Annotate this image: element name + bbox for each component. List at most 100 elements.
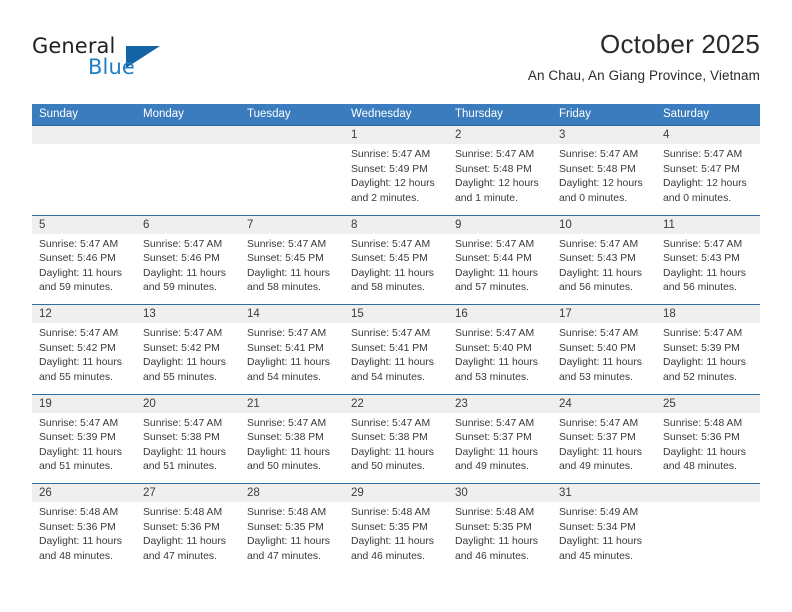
day-cell[interactable]: 18 Sunrise: 5:47 AM Sunset: 5:39 PM Dayl… (656, 305, 760, 394)
day-number (136, 126, 240, 144)
sunset-line: Sunset: 5:39 PM (39, 432, 116, 444)
daylight-line-2: and 0 minutes. (559, 192, 628, 204)
day-details: Sunrise: 5:47 AM Sunset: 5:43 PM Dayligh… (552, 234, 656, 296)
day-cell[interactable]: 7 Sunrise: 5:47 AM Sunset: 5:45 PM Dayli… (240, 215, 344, 304)
sunset-line: Sunset: 5:35 PM (455, 521, 532, 533)
day-cell[interactable]: 19 Sunrise: 5:47 AM Sunset: 5:39 PM Dayl… (32, 394, 136, 483)
day-cell[interactable]: 10 Sunrise: 5:47 AM Sunset: 5:43 PM Dayl… (552, 215, 656, 304)
day-details: Sunrise: 5:47 AM Sunset: 5:38 PM Dayligh… (344, 413, 448, 475)
day-cell[interactable]: 17 Sunrise: 5:47 AM Sunset: 5:40 PM Dayl… (552, 305, 656, 394)
day-cell[interactable]: 26 Sunrise: 5:48 AM Sunset: 5:36 PM Dayl… (32, 484, 136, 573)
day-cell[interactable]: 15 Sunrise: 5:47 AM Sunset: 5:41 PM Dayl… (344, 305, 448, 394)
sunset-line: Sunset: 5:47 PM (663, 163, 740, 175)
day-number: 16 (448, 305, 552, 323)
day-cell[interactable] (136, 126, 240, 215)
sunset-line: Sunset: 5:38 PM (247, 432, 324, 444)
weekday-header-sunday: Sunday (39, 108, 79, 120)
daylight-line-2: and 56 minutes. (663, 282, 737, 294)
day-cell[interactable] (240, 126, 344, 215)
sunset-line: Sunset: 5:45 PM (247, 253, 324, 265)
sunrise-line: Sunrise: 5:47 AM (39, 238, 119, 250)
daylight-line-2: and 54 minutes. (351, 371, 425, 383)
daylight-line-2: and 48 minutes. (663, 461, 737, 473)
day-details (656, 502, 760, 506)
daylight-line-1: Daylight: 11 hours (455, 536, 538, 548)
daylight-line-1: Daylight: 11 hours (143, 357, 226, 369)
day-details: Sunrise: 5:48 AM Sunset: 5:35 PM Dayligh… (240, 502, 344, 564)
sunrise-line: Sunrise: 5:47 AM (559, 328, 639, 339)
sunset-line: Sunset: 5:42 PM (143, 342, 220, 354)
day-details: Sunrise: 5:47 AM Sunset: 5:44 PM Dayligh… (448, 234, 552, 296)
day-cell[interactable]: 16 Sunrise: 5:47 AM Sunset: 5:40 PM Dayl… (448, 305, 552, 394)
daylight-line-2: and 49 minutes. (559, 461, 633, 473)
day-cell[interactable]: 8 Sunrise: 5:47 AM Sunset: 5:45 PM Dayli… (344, 215, 448, 304)
daylight-line-2: and 45 minutes. (559, 550, 633, 562)
generalblue-logo[interactable]: General Blue (32, 34, 182, 90)
daylight-line-1: Daylight: 11 hours (663, 267, 746, 279)
day-cell[interactable]: 6 Sunrise: 5:47 AM Sunset: 5:46 PM Dayli… (136, 215, 240, 304)
day-cell[interactable]: 3 Sunrise: 5:47 AM Sunset: 5:48 PM Dayli… (552, 126, 656, 215)
day-cell[interactable]: 24 Sunrise: 5:47 AM Sunset: 5:37 PM Dayl… (552, 394, 656, 483)
day-number: 25 (656, 394, 760, 413)
day-number: 5 (32, 215, 136, 234)
day-cell[interactable]: 2 Sunrise: 5:47 AM Sunset: 5:48 PM Dayli… (448, 126, 552, 215)
day-cell[interactable]: 28 Sunrise: 5:48 AM Sunset: 5:35 PM Dayl… (240, 484, 344, 573)
day-cell[interactable]: 9 Sunrise: 5:47 AM Sunset: 5:44 PM Dayli… (448, 215, 552, 304)
daylight-line-1: Daylight: 12 hours (663, 178, 747, 190)
day-cell[interactable] (32, 126, 136, 215)
weekday-header-saturday: Saturday (663, 108, 710, 120)
day-cell[interactable]: 22 Sunrise: 5:47 AM Sunset: 5:38 PM Dayl… (344, 394, 448, 483)
day-cell[interactable]: 25 Sunrise: 5:48 AM Sunset: 5:36 PM Dayl… (656, 394, 760, 483)
page-subtitle: An Chau, An Giang Province, Vietnam (527, 68, 760, 83)
sunrise-line: Sunrise: 5:47 AM (559, 417, 639, 429)
day-number: 18 (656, 305, 760, 323)
day-number: 6 (136, 215, 240, 234)
daylight-line-2: and 53 minutes. (559, 371, 633, 383)
sunrise-line: Sunrise: 5:47 AM (663, 149, 743, 160)
day-number (656, 484, 760, 502)
day-details: Sunrise: 5:47 AM Sunset: 5:45 PM Dayligh… (344, 234, 448, 296)
day-number: 28 (240, 484, 344, 502)
daylight-line-1: Daylight: 12 hours (351, 178, 435, 190)
sunset-line: Sunset: 5:48 PM (455, 163, 532, 175)
day-cell[interactable]: 12 Sunrise: 5:47 AM Sunset: 5:42 PM Dayl… (32, 305, 136, 394)
day-cell[interactable]: 29 Sunrise: 5:48 AM Sunset: 5:35 PM Dayl… (344, 484, 448, 573)
day-cell[interactable]: 13 Sunrise: 5:47 AM Sunset: 5:42 PM Dayl… (136, 305, 240, 394)
day-number (32, 126, 136, 144)
sunset-line: Sunset: 5:39 PM (663, 342, 740, 354)
day-cell[interactable]: 31 Sunrise: 5:49 AM Sunset: 5:34 PM Dayl… (552, 484, 656, 573)
day-cell[interactable]: 14 Sunrise: 5:47 AM Sunset: 5:41 PM Dayl… (240, 305, 344, 394)
day-cell[interactable]: 4 Sunrise: 5:47 AM Sunset: 5:47 PM Dayli… (656, 126, 760, 215)
sunset-line: Sunset: 5:46 PM (39, 253, 116, 265)
sunset-line: Sunset: 5:38 PM (351, 432, 428, 444)
day-cell[interactable]: 1 Sunrise: 5:47 AM Sunset: 5:49 PM Dayli… (344, 126, 448, 215)
sunset-line: Sunset: 5:37 PM (455, 432, 532, 444)
weekday-header-row: Sunday Monday Tuesday Wednesday Thursday… (32, 104, 760, 125)
sunrise-line: Sunrise: 5:47 AM (351, 238, 431, 250)
day-cell[interactable] (656, 484, 760, 573)
day-number: 30 (448, 484, 552, 502)
daylight-line-2: and 49 minutes. (455, 461, 529, 473)
daylight-line-2: and 47 minutes. (143, 550, 217, 562)
day-number: 13 (136, 305, 240, 323)
day-number: 10 (552, 215, 656, 234)
weekday-header-friday: Friday (559, 108, 591, 120)
day-cell[interactable]: 27 Sunrise: 5:48 AM Sunset: 5:36 PM Dayl… (136, 484, 240, 573)
sunrise-line: Sunrise: 5:47 AM (559, 238, 639, 250)
daylight-line-1: Daylight: 11 hours (39, 357, 122, 369)
day-cell[interactable]: 23 Sunrise: 5:47 AM Sunset: 5:37 PM Dayl… (448, 394, 552, 483)
sunrise-line: Sunrise: 5:47 AM (663, 328, 743, 339)
day-number: 12 (32, 305, 136, 323)
daylight-line-1: Daylight: 11 hours (143, 267, 226, 279)
day-cell[interactable]: 5 Sunrise: 5:47 AM Sunset: 5:46 PM Dayli… (32, 215, 136, 304)
day-number: 27 (136, 484, 240, 502)
day-cell[interactable]: 30 Sunrise: 5:48 AM Sunset: 5:35 PM Dayl… (448, 484, 552, 573)
page-header: General Blue October 2025 An Chau, An Gi… (32, 28, 760, 96)
sunset-line: Sunset: 5:43 PM (559, 253, 636, 265)
day-cell[interactable]: 11 Sunrise: 5:47 AM Sunset: 5:43 PM Dayl… (656, 215, 760, 304)
day-cell[interactable]: 21 Sunrise: 5:47 AM Sunset: 5:38 PM Dayl… (240, 394, 344, 483)
day-details (240, 144, 344, 148)
sunset-line: Sunset: 5:48 PM (559, 163, 636, 175)
sunrise-line: Sunrise: 5:48 AM (143, 507, 223, 518)
day-cell[interactable]: 20 Sunrise: 5:47 AM Sunset: 5:38 PM Dayl… (136, 394, 240, 483)
